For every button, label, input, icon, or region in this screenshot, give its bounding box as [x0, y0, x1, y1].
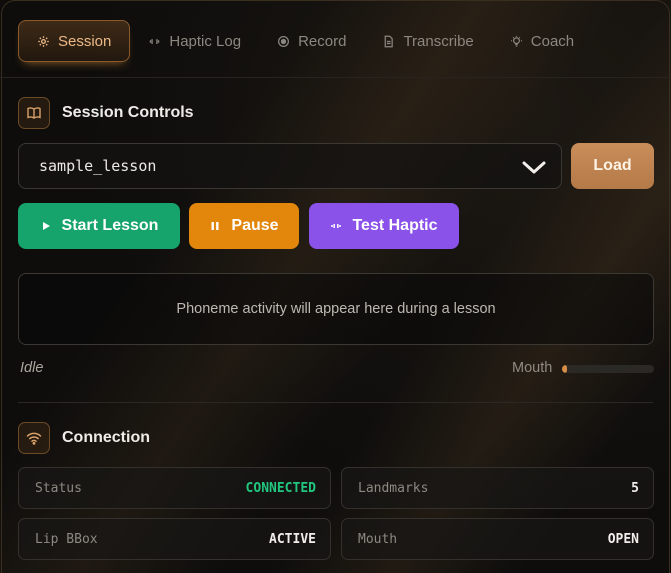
section-title: Session Controls [62, 104, 194, 121]
card-value: 5 [631, 480, 639, 496]
tab-coach[interactable]: Coach [492, 20, 592, 62]
mouth-meter [562, 365, 654, 373]
card-value: ACTIVE [269, 531, 316, 547]
tab-record[interactable]: Record [259, 20, 364, 62]
document-icon [385, 35, 394, 47]
mouth-meter-fill [562, 365, 567, 373]
gear-icon [38, 35, 49, 47]
mouth-card: Mouth OPEN [341, 518, 654, 560]
connection-header: Connection [18, 422, 150, 454]
tab-haptic-log[interactable]: Haptic Log [130, 20, 259, 62]
test-haptic-label: Test Haptic [352, 217, 438, 234]
mouth-meter-label: Mouth [512, 360, 553, 376]
landmarks-card: Landmarks 5 [341, 467, 654, 509]
pause-label: Pause [231, 217, 279, 234]
card-key: Mouth [358, 531, 398, 547]
load-button-label: Load [593, 157, 632, 174]
session-controls-header: Session Controls [18, 97, 194, 129]
lightbulb-icon [510, 35, 522, 47]
lesson-select[interactable]: sample_lesson [18, 143, 562, 189]
card-key: Landmarks [358, 480, 429, 496]
card-key: Lip BBox [35, 531, 98, 547]
card-key: Status [35, 480, 82, 496]
chevron-down-icon [522, 161, 546, 174]
card-value: OPEN [607, 531, 639, 547]
load-button[interactable]: Load [571, 143, 654, 189]
pause-button[interactable]: Pause [189, 203, 299, 249]
tab-label: Coach [530, 32, 575, 50]
card-value: CONNECTED [245, 480, 316, 496]
section-divider [18, 402, 653, 403]
test-haptic-button[interactable]: Test Haptic [309, 203, 459, 249]
vibration-icon [331, 224, 342, 228]
pause-icon [211, 222, 219, 230]
tab-label: Haptic Log [169, 32, 242, 50]
section-title: Connection [62, 429, 150, 446]
vibration-icon [150, 38, 160, 44]
start-lesson-button[interactable]: Start Lesson [18, 203, 180, 249]
tab-label: Transcribe [403, 32, 474, 50]
phoneme-placeholder: Phoneme activity will appear here during… [176, 301, 496, 317]
tab-session[interactable]: Session [18, 20, 131, 62]
tabs-divider [0, 77, 671, 78]
lip-bbox-card: Lip BBox ACTIVE [18, 518, 331, 560]
tab-label: Session [58, 32, 112, 50]
session-status: Idle [20, 360, 44, 376]
play-icon [42, 222, 50, 230]
book-icon [18, 97, 50, 129]
record-icon [278, 35, 290, 47]
tab-bar: Session Haptic Log Record Transcribe Coa… [18, 20, 653, 62]
lesson-select-value: sample_lesson [39, 157, 157, 175]
phoneme-activity-panel: Phoneme activity will appear here during… [18, 273, 654, 345]
start-lesson-label: Start Lesson [61, 217, 159, 234]
tab-transcribe[interactable]: Transcribe [364, 20, 491, 62]
tab-label: Record [298, 32, 347, 50]
status-card: Status CONNECTED [18, 467, 331, 509]
wifi-icon [18, 422, 50, 454]
